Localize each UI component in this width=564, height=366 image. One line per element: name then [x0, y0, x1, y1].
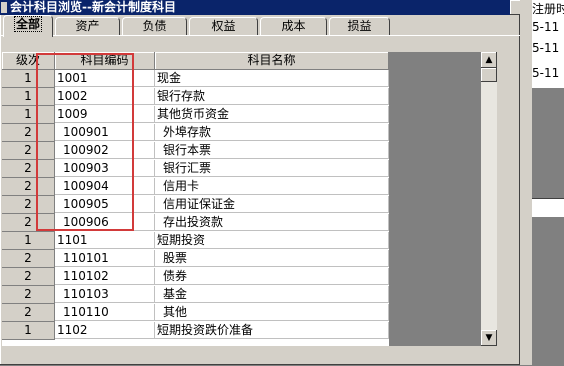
- background-window-line: 5-11: [532, 41, 560, 55]
- table-row[interactable]: 2 110103 基金: [2, 286, 389, 304]
- background-window-line: 5-11: [532, 66, 560, 80]
- vertical-scrollbar[interactable]: ▲ ▼: [481, 52, 497, 346]
- close-button[interactable]: [510, 0, 520, 15]
- name-cell[interactable]: 基金: [155, 286, 389, 303]
- code-cell[interactable]: 110110: [55, 304, 155, 321]
- tab-label: 负债: [142, 19, 167, 33]
- name-cell[interactable]: 银行本票: [155, 142, 389, 159]
- name-cell[interactable]: 其他: [155, 304, 389, 321]
- background-window-line: 5-11: [532, 20, 560, 34]
- table-row[interactable]: 1 1101 短期投资: [2, 232, 389, 250]
- tab-label: 权益: [211, 19, 236, 33]
- code-cell[interactable]: 1101: [55, 232, 155, 249]
- name-cell[interactable]: 存出投资款: [155, 214, 389, 231]
- background-window-header: 注册时: [532, 2, 564, 16]
- tab-strip: 全部 资产 负债 权益 成本 损益: [0, 15, 520, 37]
- level-cell: 2: [2, 268, 55, 286]
- tab-assets[interactable]: 资产: [55, 17, 120, 36]
- level-cell: 2: [2, 250, 55, 268]
- tab-label: 资产: [75, 19, 100, 33]
- code-cell[interactable]: 110102: [55, 268, 155, 285]
- tab-equity[interactable]: 权益: [189, 17, 258, 36]
- scroll-up-button[interactable]: ▲: [481, 52, 497, 68]
- table-row[interactable]: 2 110101 股票: [2, 250, 389, 268]
- name-cell[interactable]: 外埠存款: [155, 124, 389, 141]
- scroll-thumb[interactable]: [481, 68, 497, 82]
- app-icon: [1, 2, 7, 13]
- code-cell[interactable]: 110103: [55, 286, 155, 303]
- tab-label: 全部: [13, 16, 42, 32]
- tab-liabilities[interactable]: 负债: [122, 17, 187, 36]
- tab-cost[interactable]: 成本: [260, 17, 327, 36]
- tab-profit-loss[interactable]: 损益: [329, 17, 390, 36]
- level-cell: 2: [2, 286, 55, 304]
- name-cell[interactable]: 短期投资: [155, 232, 389, 249]
- title-bar[interactable]: 会计科目浏览--新会计制度科目: [0, 0, 520, 15]
- level-cell: 1: [2, 232, 55, 250]
- level-cell: 2: [2, 304, 55, 322]
- background-window-frame: [520, 0, 532, 365]
- tab-label: 成本: [281, 19, 306, 33]
- name-cell[interactable]: 债券: [155, 268, 389, 285]
- tab-all[interactable]: 全部: [3, 15, 53, 37]
- table-row[interactable]: 1 1102 短期投资跌价准备: [2, 322, 389, 340]
- name-cell[interactable]: 银行汇票: [155, 160, 389, 177]
- column-header-name[interactable]: 科目名称: [155, 52, 389, 70]
- code-cell[interactable]: 110101: [55, 250, 155, 267]
- table-row[interactable]: 2 110110 其他: [2, 304, 389, 322]
- grid-empty-area: [389, 69, 481, 346]
- name-cell[interactable]: 信用证保证金: [155, 196, 389, 213]
- account-browser-window: 会计科目浏览--新会计制度科目 全部 资产 负债 权益 成本 损益 级次 科目编…: [0, 0, 520, 365]
- name-cell[interactable]: 股票: [155, 250, 389, 267]
- scroll-down-button[interactable]: ▼: [481, 330, 497, 346]
- level-cell: 1: [2, 322, 55, 340]
- background-window: 注册时 5-11 5-11 5-11: [520, 0, 564, 365]
- highlight-box: [36, 53, 134, 231]
- table-row[interactable]: 2 110102 债券: [2, 268, 389, 286]
- name-cell[interactable]: 现金: [155, 70, 389, 87]
- tab-label: 损益: [347, 19, 372, 33]
- name-cell[interactable]: 短期投资跌价准备: [155, 322, 389, 339]
- grid-empty-header: [389, 52, 481, 69]
- name-cell[interactable]: 银行存款: [155, 88, 389, 105]
- name-cell[interactable]: 其他货币资金: [155, 106, 389, 123]
- window-title: 会计科目浏览--新会计制度科目: [10, 0, 176, 14]
- name-cell[interactable]: 信用卡: [155, 178, 389, 195]
- code-cell[interactable]: 1102: [55, 322, 155, 339]
